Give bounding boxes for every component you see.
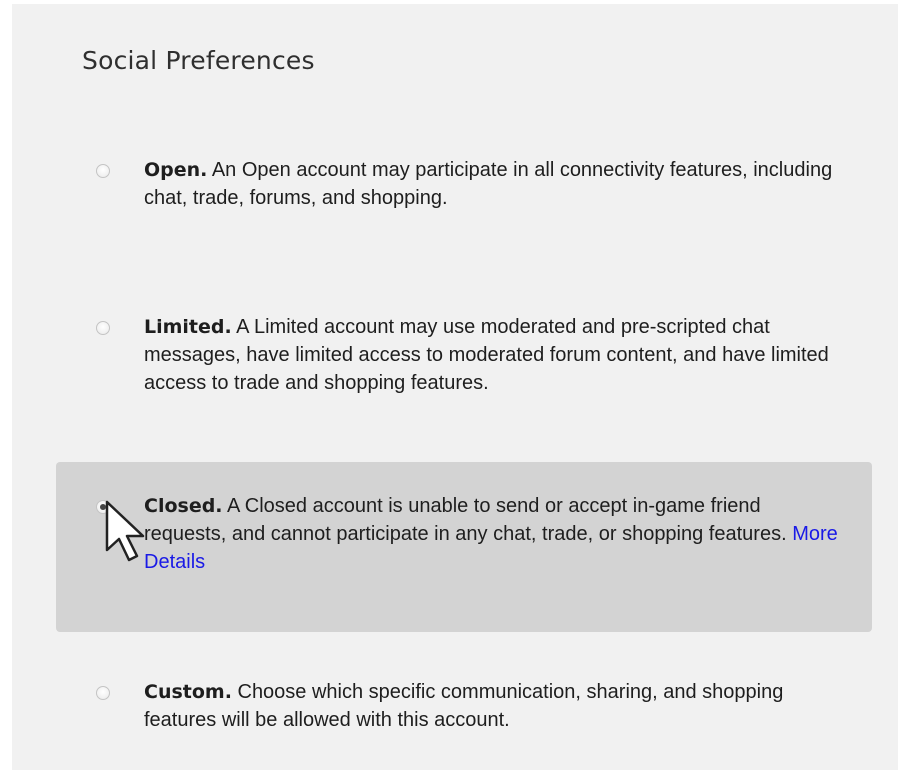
- mouse-pointer-icon: [105, 500, 145, 562]
- option-limited[interactable]: Limited. A Limited account may use moder…: [56, 304, 872, 414]
- option-custom[interactable]: Custom. Choose which specific communicat…: [56, 668, 872, 748]
- radio-limited[interactable]: [96, 321, 110, 335]
- option-limited-lead: Limited.: [144, 316, 232, 338]
- option-open-description: An Open account may participate in all c…: [144, 159, 833, 209]
- option-custom-text: Custom. Choose which specific communicat…: [144, 678, 844, 734]
- radio-custom[interactable]: [96, 686, 110, 700]
- option-closed[interactable]: Closed. A Closed account is unable to se…: [56, 462, 872, 632]
- radio-open[interactable]: [96, 164, 110, 178]
- option-custom-description: Choose which specific communication, sha…: [144, 681, 784, 731]
- option-open[interactable]: Open. An Open account may participate in…: [56, 144, 872, 224]
- option-custom-lead: Custom.: [144, 681, 232, 703]
- option-limited-description: A Limited account may use moderated and …: [144, 316, 829, 394]
- option-open-text: Open. An Open account may participate in…: [144, 156, 844, 212]
- social-preferences-panel: Social Preferences Open. An Open account…: [12, 4, 898, 770]
- option-closed-text: Closed. A Closed account is unable to se…: [144, 492, 844, 576]
- option-limited-text: Limited. A Limited account may use moder…: [144, 313, 844, 397]
- option-closed-description: A Closed account is unable to send or ac…: [144, 495, 793, 545]
- option-open-lead: Open.: [144, 159, 208, 181]
- page-title: Social Preferences: [82, 46, 315, 75]
